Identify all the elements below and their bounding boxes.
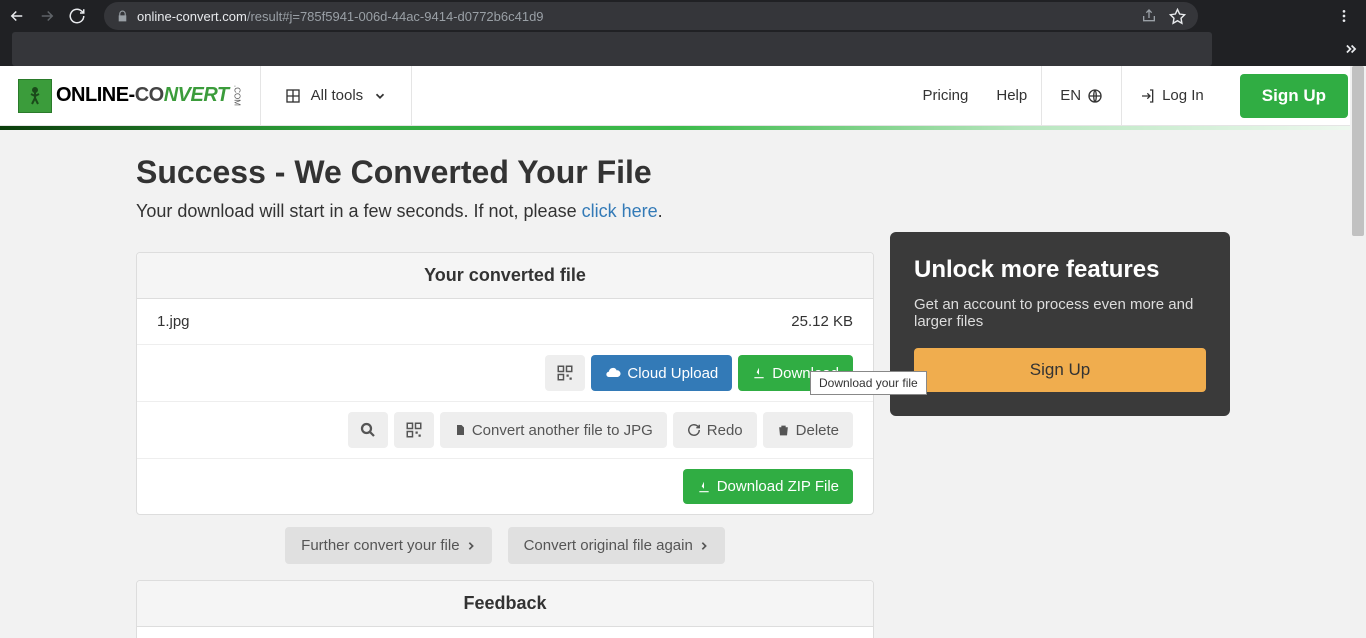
page-title: Success - We Converted Your File — [136, 154, 874, 191]
click-here-link[interactable]: click here — [582, 201, 658, 221]
page-content: ONLINE-CONVERT .COM All tools Pricing He… — [0, 66, 1366, 638]
promo-body: Get an account to process even more and … — [914, 296, 1206, 330]
all-tools-menu[interactable]: All tools — [261, 87, 412, 104]
grid-icon — [285, 88, 301, 104]
qr-button[interactable] — [545, 355, 585, 391]
chevron-right-icon — [466, 540, 476, 552]
chevron-down-icon — [373, 89, 387, 103]
download-tooltip: Download your file — [810, 371, 927, 395]
bookmark-overflow-icon[interactable] — [1344, 42, 1358, 56]
promo-signup-button[interactable]: Sign Up — [914, 348, 1206, 392]
address-bar[interactable]: online-convert.com/result#j=785f5941-006… — [104, 2, 1198, 30]
feedback-header: Feedback — [137, 581, 873, 627]
logo-text: ONLINE-CONVERT — [56, 84, 229, 107]
chevron-right-icon — [699, 540, 709, 552]
download-zip-button[interactable]: Download ZIP File — [683, 469, 853, 504]
back-button[interactable] — [8, 7, 26, 25]
browser-toolbar: online-convert.com/result#j=785f5941-006… — [0, 0, 1366, 32]
download-icon — [752, 366, 766, 380]
promo-title: Unlock more features — [914, 256, 1206, 284]
download-icon — [697, 480, 711, 494]
file-row: 1.jpg 25.12 KB — [137, 299, 873, 345]
delete-button[interactable]: Delete — [763, 412, 853, 448]
cloud-upload-button[interactable]: Cloud Upload — [591, 355, 732, 391]
panel-header: Your converted file — [137, 253, 873, 299]
language-selector[interactable]: EN — [1042, 87, 1121, 104]
scrollbar-thumb[interactable] — [1352, 66, 1364, 236]
cloud-icon — [605, 365, 621, 381]
lock-icon — [116, 10, 129, 23]
url-text: online-convert.com/result#j=785f5941-006… — [137, 9, 544, 24]
site-header: ONLINE-CONVERT .COM All tools Pricing He… — [0, 66, 1366, 126]
page-subtitle: Your download will start in a few second… — [136, 201, 874, 222]
bookmark-star-icon[interactable] — [1169, 8, 1186, 25]
file-name: 1.jpg — [157, 313, 190, 330]
bookmark-bar — [0, 32, 1366, 66]
file-icon — [454, 423, 466, 437]
redo-button[interactable]: Redo — [673, 412, 757, 448]
reload-button[interactable] — [68, 7, 86, 25]
browser-menu-button[interactable] — [1330, 8, 1358, 24]
qr-button-2[interactable] — [394, 412, 434, 448]
file-size: 25.12 KB — [791, 313, 853, 330]
promo-panel: Unlock more features Get an account to p… — [890, 232, 1230, 416]
qr-icon — [556, 364, 574, 382]
further-convert-button[interactable]: Further convert your file — [285, 527, 491, 564]
globe-icon — [1087, 88, 1103, 104]
qr-icon — [405, 421, 423, 439]
login-icon — [1140, 88, 1156, 104]
trash-icon — [777, 423, 790, 437]
nav-help[interactable]: Help — [982, 87, 1041, 104]
search-icon — [359, 421, 377, 439]
share-icon[interactable] — [1141, 8, 1157, 24]
signup-button-header[interactable]: Sign Up — [1240, 74, 1348, 118]
redo-icon — [687, 423, 701, 437]
login-link[interactable]: Log In — [1122, 87, 1222, 104]
converted-file-panel: Your converted file 1.jpg 25.12 KB Cloud… — [136, 252, 874, 515]
feedback-panel: Feedback How would you rate us? Great Go… — [136, 580, 874, 638]
site-logo[interactable]: ONLINE-CONVERT .COM — [0, 79, 260, 113]
convert-again-button[interactable]: Convert original file again — [508, 527, 725, 564]
nav-pricing[interactable]: Pricing — [909, 87, 983, 104]
logo-mark-icon — [18, 79, 52, 113]
convert-another-button[interactable]: Convert another file to JPG — [440, 412, 667, 448]
forward-button[interactable] — [38, 7, 56, 25]
search-button[interactable] — [348, 412, 388, 448]
scrollbar-track[interactable] — [1350, 66, 1366, 638]
logo-com-text: .COM — [233, 85, 242, 106]
